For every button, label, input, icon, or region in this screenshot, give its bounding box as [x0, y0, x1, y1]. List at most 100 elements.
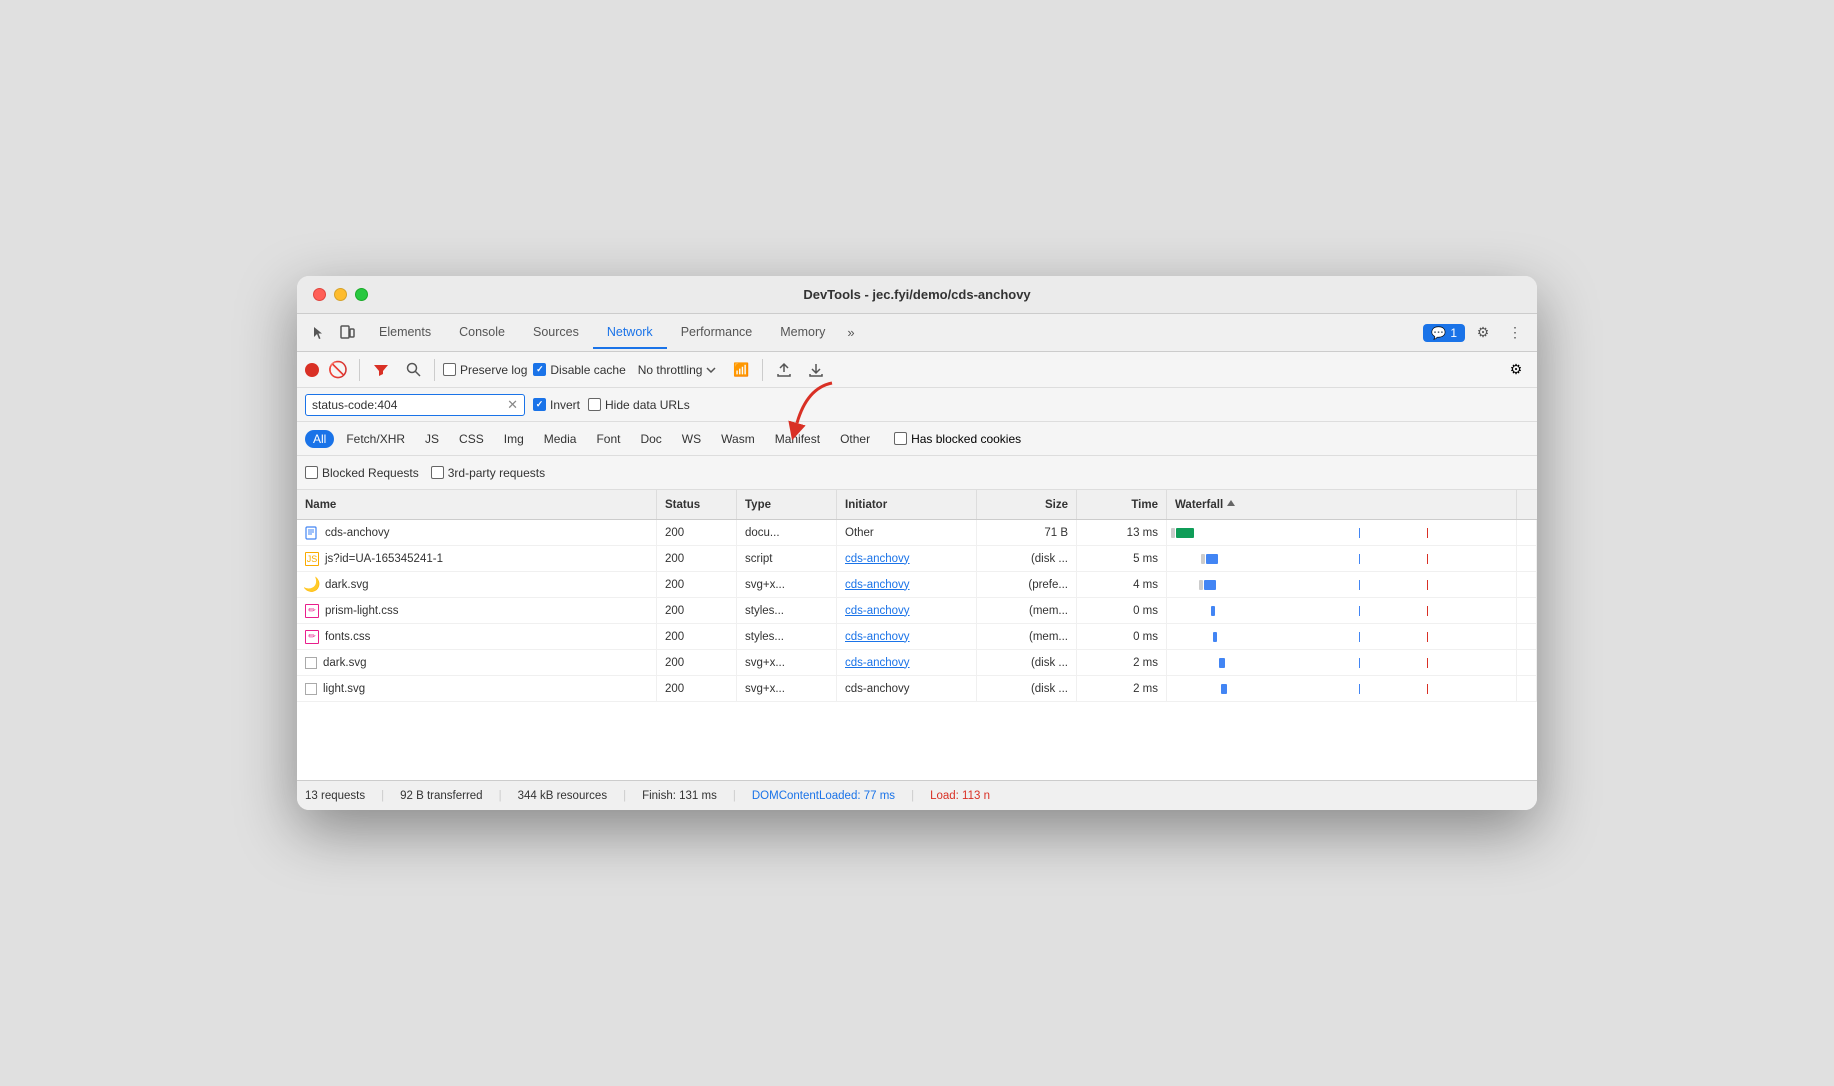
- clear-btn[interactable]: 🚫: [325, 357, 351, 383]
- filter-fetch-xhr[interactable]: Fetch/XHR: [338, 430, 413, 448]
- col-type[interactable]: Type: [737, 490, 837, 519]
- filter-value[interactable]: status-code:404: [312, 398, 397, 412]
- extra-filter-bar: Blocked Requests 3rd-party requests: [297, 456, 1537, 490]
- cell-size: (disk ...: [977, 650, 1077, 675]
- import-btn[interactable]: [771, 357, 797, 383]
- col-waterfall[interactable]: Waterfall: [1167, 490, 1517, 519]
- cell-type: svg+x...: [737, 676, 837, 701]
- initiator-link[interactable]: cds-anchovy: [845, 657, 910, 669]
- tab-console[interactable]: Console: [445, 317, 519, 349]
- search-btn[interactable]: [400, 357, 426, 383]
- col-size[interactable]: Size: [977, 490, 1077, 519]
- table-row[interactable]: dark.svg 200 svg+x... cds-anchovy (disk …: [297, 650, 1537, 676]
- settings-btn[interactable]: ⚙: [1469, 319, 1497, 347]
- initiator-link[interactable]: cds-anchovy: [845, 605, 910, 617]
- filter-doc[interactable]: Doc: [632, 430, 669, 448]
- initiator-link[interactable]: cds-anchovy: [845, 631, 910, 643]
- throttle-select[interactable]: No throttling: [632, 361, 723, 379]
- filter-img[interactable]: Img: [496, 430, 532, 448]
- table-row[interactable]: ✏ fonts.css 200 styles... cds-anchovy (m…: [297, 624, 1537, 650]
- filter-other[interactable]: Other: [832, 430, 878, 448]
- tab-memory[interactable]: Memory: [766, 317, 839, 349]
- cell-initiator: cds-anchovy: [837, 598, 977, 623]
- title-bar: DevTools - jec.fyi/demo/cds-anchovy: [297, 276, 1537, 314]
- tab-list: Elements Console Sources Network Perform…: [365, 317, 1423, 349]
- close-button[interactable]: [313, 288, 326, 301]
- cell-time: 2 ms: [1077, 650, 1167, 675]
- cell-scroll-end: [1517, 572, 1537, 597]
- hide-data-urls-text: Hide data URLs: [605, 398, 690, 412]
- hide-data-urls-checkbox[interactable]: [588, 398, 601, 411]
- table-row[interactable]: cds-anchovy 200 docu... Other 71 B 13 ms: [297, 520, 1537, 546]
- table-row[interactable]: light.svg 200 svg+x... cds-anchovy (disk…: [297, 676, 1537, 702]
- rect2-icon: [305, 683, 317, 695]
- table-row[interactable]: 🌙 dark.svg 200 svg+x... cds-anchovy (pre…: [297, 572, 1537, 598]
- preserve-log-text: Preserve log: [460, 363, 527, 377]
- css2-icon: ✏: [305, 630, 319, 644]
- filter-css[interactable]: CSS: [451, 430, 492, 448]
- network-settings-btn[interactable]: ⚙: [1503, 357, 1529, 383]
- filter-media[interactable]: Media: [536, 430, 585, 448]
- more-options-btn[interactable]: ⋮: [1501, 319, 1529, 347]
- minimize-button[interactable]: [334, 288, 347, 301]
- preserve-log-label[interactable]: Preserve log: [443, 363, 527, 377]
- preserve-log-checkbox[interactable]: [443, 363, 456, 376]
- disable-cache-label[interactable]: Disable cache: [533, 363, 625, 377]
- invert-checkbox[interactable]: [533, 398, 546, 411]
- col-name[interactable]: Name: [297, 490, 657, 519]
- cell-status: 200: [657, 598, 737, 623]
- filter-js[interactable]: JS: [417, 430, 447, 448]
- network-conditions-btn[interactable]: 📶: [728, 357, 754, 383]
- tab-network[interactable]: Network: [593, 317, 667, 349]
- filter-all[interactable]: All: [305, 430, 334, 448]
- tab-sources[interactable]: Sources: [519, 317, 593, 349]
- filter-font[interactable]: Font: [588, 430, 628, 448]
- cell-name: 🌙 dark.svg: [297, 572, 657, 597]
- third-party-label[interactable]: 3rd-party requests: [431, 466, 545, 480]
- cell-initiator: cds-anchovy: [837, 546, 977, 571]
- more-tabs-btn[interactable]: »: [839, 321, 862, 344]
- col-status[interactable]: Status: [657, 490, 737, 519]
- filter-icon: [373, 362, 389, 378]
- tab-right-controls: 💬 1 ⚙ ⋮: [1423, 319, 1529, 347]
- hide-data-urls-label[interactable]: Hide data URLs: [588, 398, 690, 412]
- separator-1: [359, 359, 360, 381]
- initiator-link[interactable]: cds-anchovy: [845, 553, 910, 565]
- network-toolbar: 🚫 Preserve log Disable cache No throttli…: [297, 352, 1537, 388]
- initiator-link[interactable]: cds-anchovy: [845, 579, 910, 591]
- search-icon: [406, 362, 421, 377]
- disable-cache-checkbox[interactable]: [533, 363, 546, 376]
- cell-name: ✏ prism-light.css: [297, 598, 657, 623]
- device-toolbar-btn[interactable]: [333, 319, 361, 347]
- export-btn[interactable]: [803, 357, 829, 383]
- feedback-badge[interactable]: 💬 1: [1423, 324, 1465, 342]
- filter-clear-btn[interactable]: ✕: [507, 397, 518, 413]
- table-row[interactable]: JS js?id=UA-165345241-1 200 script cds-a…: [297, 546, 1537, 572]
- filter-ws[interactable]: WS: [674, 430, 709, 448]
- blocked-cookies-checkbox[interactable]: [894, 432, 907, 445]
- col-initiator[interactable]: Initiator: [837, 490, 977, 519]
- filter-btn[interactable]: [368, 357, 394, 383]
- blocked-requests-label[interactable]: Blocked Requests: [305, 466, 419, 480]
- table-row[interactable]: ✏ prism-light.css 200 styles... cds-anch…: [297, 598, 1537, 624]
- cell-waterfall: [1167, 650, 1517, 675]
- inspect-element-btn[interactable]: [305, 319, 333, 347]
- blocked-requests-checkbox[interactable]: [305, 466, 318, 479]
- tab-elements[interactable]: Elements: [365, 317, 445, 349]
- col-time[interactable]: Time: [1077, 490, 1167, 519]
- filter-manifest[interactable]: Manifest: [767, 430, 828, 448]
- third-party-checkbox[interactable]: [431, 466, 444, 479]
- sep3: |: [623, 790, 626, 802]
- filter-row: status-code:404 ✕ Invert Hide data URLs: [297, 388, 1537, 422]
- cell-scroll-end: [1517, 650, 1537, 675]
- invert-label[interactable]: Invert: [533, 398, 580, 412]
- maximize-button[interactable]: [355, 288, 368, 301]
- cell-scroll-end: [1517, 598, 1537, 623]
- tab-performance[interactable]: Performance: [667, 317, 767, 349]
- cell-size: (prefe...: [977, 572, 1077, 597]
- cell-initiator: cds-anchovy: [837, 650, 977, 675]
- dom-content-loaded: DOMContentLoaded: 77 ms: [752, 790, 895, 802]
- filter-wasm[interactable]: Wasm: [713, 430, 763, 448]
- download-icon: [808, 362, 824, 378]
- record-button[interactable]: [305, 363, 319, 377]
